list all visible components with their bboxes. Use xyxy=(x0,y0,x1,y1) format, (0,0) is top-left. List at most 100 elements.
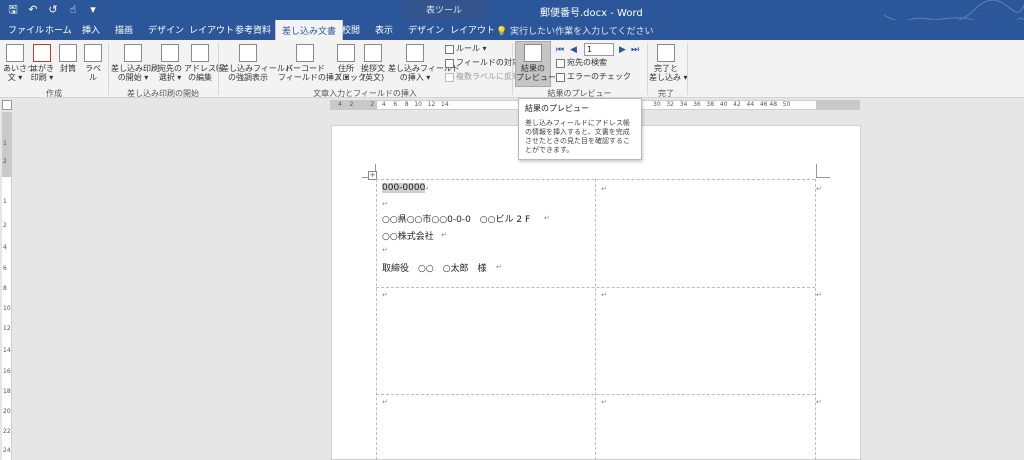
rules-button[interactable]: ルール ▾ xyxy=(445,44,487,54)
paragraph-mark: ↵ xyxy=(382,398,388,406)
start-mail-merge-button[interactable]: 差し込み印刷 の開始 ▾ xyxy=(111,44,159,82)
find-recipient-icon xyxy=(556,58,565,68)
tab-design[interactable]: デザイン xyxy=(148,23,184,36)
vruler-num: 14 xyxy=(3,347,11,354)
customize-qat-icon[interactable]: ▾ xyxy=(86,3,100,17)
ruler-right-margin xyxy=(816,100,860,110)
tab-review[interactable]: 校閲 xyxy=(342,23,360,36)
title-bar: 🖫 ↶ ↺ ☝ ▾ xyxy=(0,0,1024,20)
match-fields-button[interactable]: フィールドの対応 xyxy=(445,58,520,68)
envelope-greeting-button[interactable]: あいさつ 文 ▾ xyxy=(3,44,35,82)
tell-me-search[interactable]: 💡 実行したい作業を入力してください xyxy=(496,24,654,37)
update-labels-button[interactable]: 複数ラベルに反映 xyxy=(445,72,520,82)
find-recipient-button[interactable]: 宛先の検索 xyxy=(556,58,607,68)
select-recipients-button[interactable]: 宛先の 選択 ▾ xyxy=(157,44,183,82)
last-record-icon[interactable]: ⏭ xyxy=(631,45,639,55)
tab-table-design[interactable]: デザイン xyxy=(408,23,444,36)
recipients-icon xyxy=(161,44,179,62)
group-label-write-insert: 文章入力とフィールドの挿入 xyxy=(313,89,417,98)
tooltip-title: 結果のプレビュー xyxy=(525,104,589,113)
first-record-icon[interactable]: ⏮ xyxy=(556,45,564,55)
table-border xyxy=(376,179,815,180)
greeting-icon xyxy=(6,44,24,62)
start-merge-icon xyxy=(124,44,142,62)
tab-home[interactable]: ホーム xyxy=(45,23,72,36)
undo-icon[interactable]: ↶ xyxy=(26,3,40,17)
edit-recipient-list-button[interactable]: アドレス帳 の編集 xyxy=(184,44,224,82)
greeting-line-button[interactable]: 挨拶文 (英文) xyxy=(360,44,386,82)
labels-button[interactable]: ラベル xyxy=(82,44,104,82)
ruler-numbers-left: 4 2 2 4 6 8 10 12 14 xyxy=(338,101,449,108)
save-icon[interactable]: 🖫 xyxy=(6,3,20,17)
tab-selector-button[interactable] xyxy=(2,100,12,110)
preview-results-button[interactable]: 結果の プレビュー xyxy=(516,44,556,82)
tab-insert[interactable]: 挿入 xyxy=(82,23,100,36)
touch-mode-icon[interactable]: ☝ xyxy=(66,3,80,17)
company-line[interactable]: ○○株式会社 xyxy=(382,229,434,242)
highlight-merge-fields-button[interactable]: 差し込みフィールド の強調表示 xyxy=(221,44,293,82)
check-errors-button[interactable]: エラーのチェック xyxy=(556,72,631,82)
tab-layout[interactable]: レイアウト xyxy=(189,23,234,36)
tab-draw[interactable]: 描画 xyxy=(115,23,133,36)
paragraph-mark: ↵ xyxy=(816,291,822,299)
paragraph-mark: ↵ xyxy=(441,231,447,239)
vruler-num: 12 xyxy=(3,325,11,332)
highlight-fields-icon xyxy=(239,44,257,62)
document-page[interactable] xyxy=(331,125,861,460)
vruler-num: 24 xyxy=(3,447,11,454)
address-block-button[interactable]: 住所 ブロック xyxy=(334,44,366,82)
preview-icon xyxy=(524,44,542,62)
recipient-name-line[interactable]: 取締役 ○○ ○太郎 様 xyxy=(382,261,487,274)
insert-merge-field-button[interactable]: 差し込みフィールド の挿入 ▾ xyxy=(388,44,460,82)
postcard-icon xyxy=(33,44,51,62)
paragraph-mark: ↵ xyxy=(601,185,607,193)
table-tools-label: 表ツール xyxy=(425,6,462,16)
paragraph-mark: ↵ xyxy=(601,398,607,406)
vruler-num: 2 xyxy=(3,158,7,165)
update-labels-icon xyxy=(445,72,454,82)
paragraph-mark: ↵ xyxy=(544,214,550,222)
tab-references[interactable]: 参考資料 xyxy=(235,23,271,36)
barcode-icon xyxy=(296,44,314,62)
tab-mailings[interactable]: 差し込み文書 xyxy=(275,20,344,40)
record-number-input[interactable]: 1 xyxy=(584,43,614,56)
table-border xyxy=(376,394,815,395)
paragraph-mark: ↵ xyxy=(601,291,607,299)
vruler-num: 2 xyxy=(3,222,7,229)
envelopes-button[interactable]: 封筒 xyxy=(57,44,79,73)
ribbon-tab-bar: ファイル ホーム 挿入 描画 デザイン レイアウト 参考資料 差し込み文書 校閲… xyxy=(0,20,1024,40)
tab-table-layout[interactable]: レイアウト xyxy=(450,23,495,36)
address-line[interactable]: ○○県○○市○○0-0-0 ○○ビル 2 F xyxy=(382,212,530,225)
table-border xyxy=(815,179,816,460)
vruler-num: 16 xyxy=(3,368,11,375)
group-label-start-merge: 差し込み印刷の開始 xyxy=(127,89,199,98)
ribbon-mailings: あいさつ 文 ▾ はがき 印刷 ▾ 封筒 ラベル 作成 差し込み印刷 の開始 ▾… xyxy=(0,40,1024,98)
postcard-print-button[interactable]: はがき 印刷 ▾ xyxy=(30,44,54,82)
finish-merge-button[interactable]: 完了と 差し込み ▾ xyxy=(649,44,688,82)
paragraph-mark: ↵ xyxy=(816,185,822,193)
vruler-num: 8 xyxy=(3,285,7,292)
document-title: 郵便番号.docx - Word xyxy=(540,8,643,19)
ruler-numbers-right: 30 32 34 36 38 40 42 44 46 48 50 xyxy=(653,101,791,108)
table-border xyxy=(376,179,377,460)
envelope-icon xyxy=(59,44,77,62)
postal-code-field[interactable]: 000-0000 xyxy=(382,183,426,193)
vruler-num: 18 xyxy=(3,388,11,395)
previous-record-icon[interactable]: ◀ xyxy=(570,45,577,55)
vruler-num: 10 xyxy=(3,305,11,312)
vruler-num: 1 xyxy=(3,140,7,147)
next-record-icon[interactable]: ▶ xyxy=(619,45,626,55)
rules-icon xyxy=(445,44,454,54)
paragraph-mark: ↵ xyxy=(382,246,388,254)
redo-icon[interactable]: ↺ xyxy=(46,3,60,17)
check-errors-icon xyxy=(556,72,565,82)
preview-results-tooltip: 結果のプレビュー 差し込みフィールドにアドレス帳の情報を挿入すると、文書を完成さ… xyxy=(518,98,642,160)
tab-file[interactable]: ファイル xyxy=(8,23,44,36)
paragraph-mark: ↵ xyxy=(382,291,388,299)
tab-view[interactable]: 表示 xyxy=(375,23,393,36)
group-label-finish: 完了 xyxy=(658,89,674,98)
insert-barcode-field-button[interactable]: バーコード フィールドの挿入 ▾ xyxy=(278,44,348,82)
paragraph-mark: ↵ xyxy=(496,263,502,271)
vruler-num: 20 xyxy=(3,408,11,415)
vruler-num: 1 xyxy=(3,198,7,205)
